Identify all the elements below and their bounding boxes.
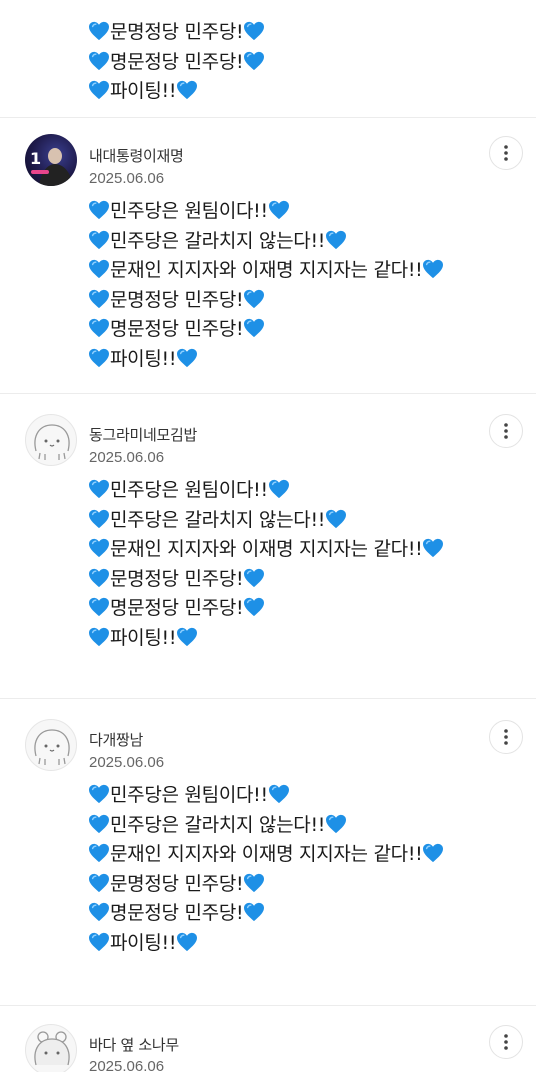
more-vertical-icon xyxy=(504,729,508,745)
comment-body: 민주당은 원팀이다!! 민주당은 갈라치지 않는다!! 문재인 지지자와 이재명… xyxy=(0,476,536,654)
more-options-button[interactable] xyxy=(489,720,523,754)
comment-username[interactable]: 다개짱남 xyxy=(89,729,143,750)
blue-heart-icon xyxy=(423,260,444,279)
comment-line: 민주당은 원팀이다!! xyxy=(0,781,536,811)
avatar[interactable] xyxy=(25,414,77,466)
blue-heart-icon xyxy=(326,230,347,249)
comment-username[interactable]: 내대통령이재명 xyxy=(89,145,184,166)
blue-heart-icon xyxy=(423,844,444,863)
blue-heart-icon xyxy=(89,348,109,368)
comment-date: 2025.06.06 xyxy=(89,1058,165,1072)
blue-heart-icon xyxy=(89,932,109,952)
blue-heart-icon xyxy=(423,539,444,558)
blue-heart-icon xyxy=(89,598,109,617)
comment-line: 파이팅!! xyxy=(0,345,536,375)
comment-line: 명문정당 민주당! xyxy=(0,48,536,78)
blue-heart-icon xyxy=(177,627,198,647)
blue-heart-icon xyxy=(268,479,289,499)
blue-heart-icon xyxy=(268,200,289,220)
more-options-button[interactable] xyxy=(489,1025,523,1059)
more-vertical-icon xyxy=(504,145,508,161)
blue-heart-icon xyxy=(244,598,265,617)
blue-heart-icon xyxy=(89,51,109,70)
blue-heart-icon xyxy=(89,21,109,41)
comment-divider xyxy=(0,1005,536,1006)
comment-line: 문명정당 민주당! xyxy=(0,870,536,900)
blue-heart-icon xyxy=(177,348,198,368)
comment-line: 민주당은 원팀이다!! xyxy=(0,476,536,506)
blue-heart-icon xyxy=(177,81,198,100)
avatar[interactable] xyxy=(25,1024,77,1072)
comment-divider xyxy=(0,393,536,394)
blue-heart-icon xyxy=(89,873,109,892)
avatar-photo-icon: 1 xyxy=(30,148,73,186)
comment-line: 파이팅!! xyxy=(0,929,536,959)
blue-heart-icon xyxy=(244,873,265,892)
more-vertical-icon xyxy=(504,423,508,439)
comment-username[interactable]: 바다 옆 소나무 xyxy=(89,1034,179,1055)
blue-heart-icon xyxy=(89,319,109,338)
comment-date: 2025.06.06 xyxy=(89,170,165,187)
default-avatar-icon xyxy=(34,1031,70,1066)
comment-line: 파이팅!! xyxy=(0,624,536,654)
avatar[interactable] xyxy=(25,719,77,771)
comment-username[interactable]: 동그라미네모김밥 xyxy=(89,424,197,445)
comment-body: 민주당은 원팀이다!! 민주당은 갈라치지 않는다!! 문재인 지지자와 이재명… xyxy=(0,781,536,959)
blue-heart-icon xyxy=(89,81,109,100)
blue-heart-icon xyxy=(89,509,109,528)
blue-heart-icon xyxy=(89,903,109,922)
blue-heart-icon xyxy=(177,932,198,952)
comment-line: 민주당은 갈라치지 않는다!! xyxy=(0,506,536,536)
partially-visible-line xyxy=(0,0,536,18)
blue-heart-icon xyxy=(89,260,109,279)
blue-heart-icon xyxy=(89,784,109,804)
more-options-button[interactable] xyxy=(489,414,523,448)
comment-body: 민주당은 원팀이다!! 민주당은 갈라치지 않는다!! 문재인 지지자와 이재명… xyxy=(0,197,536,375)
blue-heart-icon xyxy=(244,903,265,922)
default-avatar-icon xyxy=(34,424,70,460)
avatar-badge: 1 xyxy=(30,149,41,168)
blue-heart-icon xyxy=(89,539,109,558)
more-options-button[interactable] xyxy=(489,136,523,170)
avatar[interactable]: 1 xyxy=(25,134,77,186)
comment-divider xyxy=(0,698,536,699)
comment-line: 문명정당 민주당! xyxy=(0,565,536,595)
comment-line: 문재인 지지자와 이재명 지지자는 같다!! xyxy=(0,535,536,565)
comment-line: 민주당은 갈라치지 않는다!! xyxy=(0,227,536,257)
default-avatar-icon xyxy=(34,729,70,765)
comment-divider xyxy=(0,117,536,118)
blue-heart-icon xyxy=(89,479,109,499)
comment-line: 문재인 지지자와 이재명 지지자는 같다!! xyxy=(0,840,536,870)
comment-line: 명문정당 민주당! xyxy=(0,899,536,929)
comment-line: 문명정당 민주당! xyxy=(0,286,536,316)
comment-line: 민주당은 갈라치지 않는다!! xyxy=(0,811,536,841)
blue-heart-icon xyxy=(326,509,347,528)
blue-heart-icon xyxy=(89,814,109,833)
comment-line: 명문정당 민주당! xyxy=(0,315,536,345)
comment-date: 2025.06.06 xyxy=(89,754,165,771)
blue-heart-icon xyxy=(89,568,109,587)
blue-heart-icon xyxy=(326,814,347,833)
blue-heart-icon xyxy=(89,200,109,220)
blue-heart-icon xyxy=(89,627,109,647)
blue-heart-icon xyxy=(89,289,109,308)
blue-heart-icon xyxy=(244,21,265,41)
comment-line: 파이팅!! xyxy=(0,77,536,107)
blue-heart-icon xyxy=(89,844,109,863)
blue-heart-icon xyxy=(244,289,265,308)
comment-line: 명문정당 민주당! xyxy=(0,594,536,624)
blue-heart-icon xyxy=(244,51,265,70)
blue-heart-icon xyxy=(268,784,289,804)
blue-heart-icon xyxy=(244,568,265,587)
comment-date: 2025.06.06 xyxy=(89,449,165,466)
previous-comment-tail: 문명정당 민주당! 명문정당 민주당! 파이팅!! xyxy=(0,0,536,107)
comment-line: 문명정당 민주당! xyxy=(0,18,536,48)
blue-heart-icon xyxy=(89,230,109,249)
blue-heart-icon xyxy=(244,319,265,338)
comment-line: 민주당은 원팀이다!! xyxy=(0,197,536,227)
more-vertical-icon xyxy=(504,1034,508,1050)
comment-line: 문재인 지지자와 이재명 지지자는 같다!! xyxy=(0,256,536,286)
